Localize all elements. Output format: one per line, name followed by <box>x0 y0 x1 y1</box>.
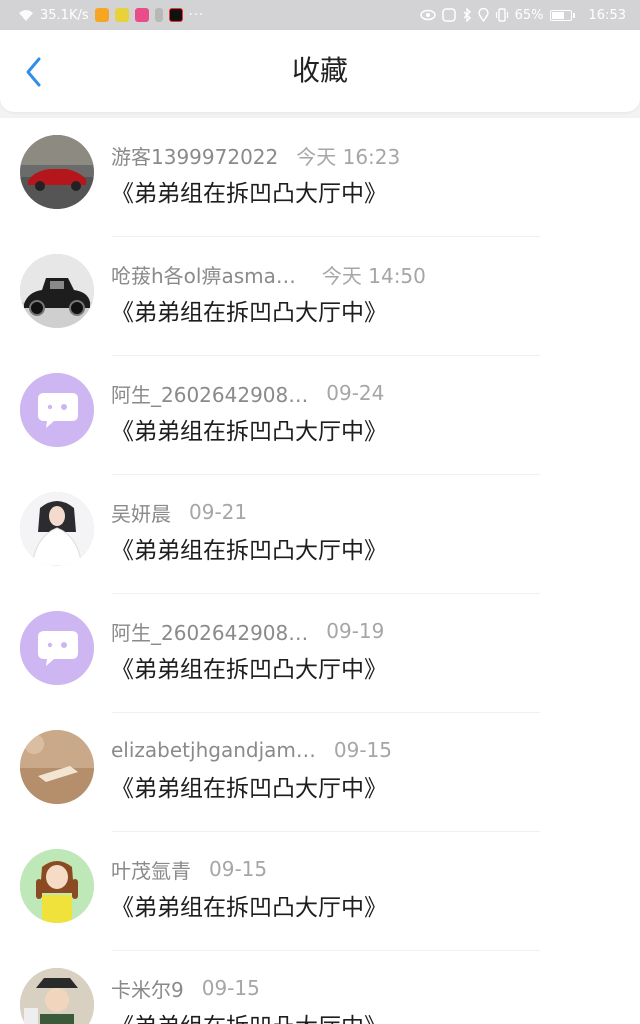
favorite-item[interactable]: 吴妍晨 09-21 《弟弟组在拆凹凸大厅中》 <box>0 475 640 594</box>
timestamp: 09-24 <box>326 381 385 405</box>
network-speed: 35.1K/s <box>40 7 89 23</box>
favorite-item[interactable]: 游客1399972022 今天 16:23 《弟弟组在拆凹凸大厅中》 <box>0 118 640 237</box>
favorite-item[interactable]: 卡米尔9 09-15 《弟弟组在拆凹凸大厅中》 <box>0 951 640 1024</box>
nfc-icon <box>441 8 456 22</box>
vibrate-icon <box>495 8 508 22</box>
timestamp: 今天 14:50 <box>321 263 426 288</box>
timestamp: 09-15 <box>209 857 268 881</box>
favorite-title: 《弟弟组在拆凹凸大厅中》 <box>111 1007 387 1024</box>
favorite-title: 《弟弟组在拆凹凸大厅中》 <box>111 538 387 564</box>
app-notification-icon <box>134 8 149 22</box>
favorite-title: 《弟弟组在拆凹凸大厅中》 <box>111 181 387 207</box>
battery-icon <box>549 9 572 21</box>
avatar[interactable] <box>20 730 94 804</box>
user-name: 叶茂氩青 <box>111 858 191 883</box>
clock: 16:53 <box>588 7 626 23</box>
battery-tip <box>572 12 575 18</box>
app-notification-icon <box>94 8 109 22</box>
favorite-title: 《弟弟组在拆凹凸大厅中》 <box>111 895 387 921</box>
page-title: 收藏 <box>291 54 348 87</box>
vintage-car-avatar <box>20 254 94 328</box>
avatar[interactable] <box>20 135 94 209</box>
avatar[interactable] <box>20 611 94 685</box>
avatar[interactable] <box>20 968 94 1024</box>
cartoon-girl-avatar <box>20 849 94 923</box>
avatar[interactable] <box>20 254 94 328</box>
more-notifications: ··· <box>188 7 205 23</box>
favorite-item[interactable]: 呛菝h各ol痹asma… 今天 14:50 《弟弟组在拆凹凸大厅中》 <box>0 237 640 356</box>
item-meta: 卡米尔9 09-15 <box>111 975 260 1002</box>
item-meta: 阿生_2602642908… 09-24 <box>111 380 385 407</box>
item-meta: elizabetjhgandjam… 09-15 <box>111 737 392 763</box>
app-notification-icon <box>154 8 163 22</box>
location-icon <box>477 8 489 22</box>
user-name: 阿生_2602642908… <box>111 382 309 407</box>
red-car-avatar <box>20 135 94 209</box>
wifi-icon <box>19 9 33 21</box>
chevron-left-icon <box>26 57 41 87</box>
top-nav-bar: 收藏 <box>0 30 640 112</box>
user-name: 阿生_2602642908… <box>111 620 309 645</box>
status-right: 65% 16:53 <box>419 7 626 23</box>
favorite-item[interactable]: elizabetjhgandjam… 09-15 《弟弟组在拆凹凸大厅中》 <box>0 713 640 832</box>
user-name: elizabetjhgandjam… <box>111 738 316 762</box>
favorite-title: 《弟弟组在拆凹凸大厅中》 <box>111 419 387 445</box>
favorite-title: 《弟弟组在拆凹凸大厅中》 <box>111 776 387 802</box>
timestamp: 09-21 <box>189 500 248 524</box>
avatar[interactable] <box>20 373 94 447</box>
bluetooth-icon <box>463 8 471 22</box>
eye-icon <box>419 9 436 21</box>
chat-bubble-avatar <box>20 373 94 447</box>
back-button[interactable] <box>14 52 54 92</box>
status-left: 35.1K/s ··· <box>18 8 204 23</box>
timestamp: 09-15 <box>201 976 260 1000</box>
item-meta: 呛菝h各ol痹asma… 今天 14:50 <box>111 261 426 288</box>
avatar[interactable] <box>20 849 94 923</box>
favorite-title: 《弟弟组在拆凹凸大厅中》 <box>111 300 387 326</box>
item-meta: 阿生_2602642908… 09-19 <box>111 618 385 645</box>
app-notification-icon <box>114 8 129 22</box>
battery-percent: 65% <box>514 7 544 23</box>
user-name: 呛菝h各ol痹asma… <box>111 263 296 288</box>
timestamp: 09-15 <box>333 738 392 762</box>
girl-avatar <box>20 492 94 566</box>
anime-character-avatar <box>20 968 94 1024</box>
status-bar: 35.1K/s ··· 65% 16:53 <box>0 0 640 30</box>
favorite-item[interactable]: 叶茂氩青 09-15 《弟弟组在拆凹凸大厅中》 <box>0 832 640 951</box>
timestamp: 09-19 <box>326 619 385 643</box>
item-meta: 叶茂氩青 09-15 <box>111 856 268 883</box>
favorite-title: 《弟弟组在拆凹凸大厅中》 <box>111 657 387 683</box>
timestamp: 今天 16:23 <box>296 144 401 169</box>
avatar[interactable] <box>20 492 94 566</box>
user-name: 卡米尔9 <box>111 977 184 1002</box>
favorite-item[interactable]: 阿生_2602642908… 09-24 《弟弟组在拆凹凸大厅中》 <box>0 356 640 475</box>
item-meta: 游客1399972022 今天 16:23 <box>111 142 401 169</box>
user-name: 游客1399972022 <box>111 144 279 169</box>
app-notification-icon <box>168 8 183 22</box>
item-meta: 吴妍晨 09-21 <box>111 499 248 526</box>
favorite-item[interactable]: 阿生_2602642908… 09-19 《弟弟组在拆凹凸大厅中》 <box>0 594 640 713</box>
user-name: 吴妍晨 <box>111 501 171 526</box>
chat-bubble-avatar <box>20 611 94 685</box>
favorites-list: 游客1399972022 今天 16:23 《弟弟组在拆凹凸大厅中》 呛菝h各o… <box>0 118 640 1024</box>
vintage-photo-avatar <box>20 730 94 804</box>
